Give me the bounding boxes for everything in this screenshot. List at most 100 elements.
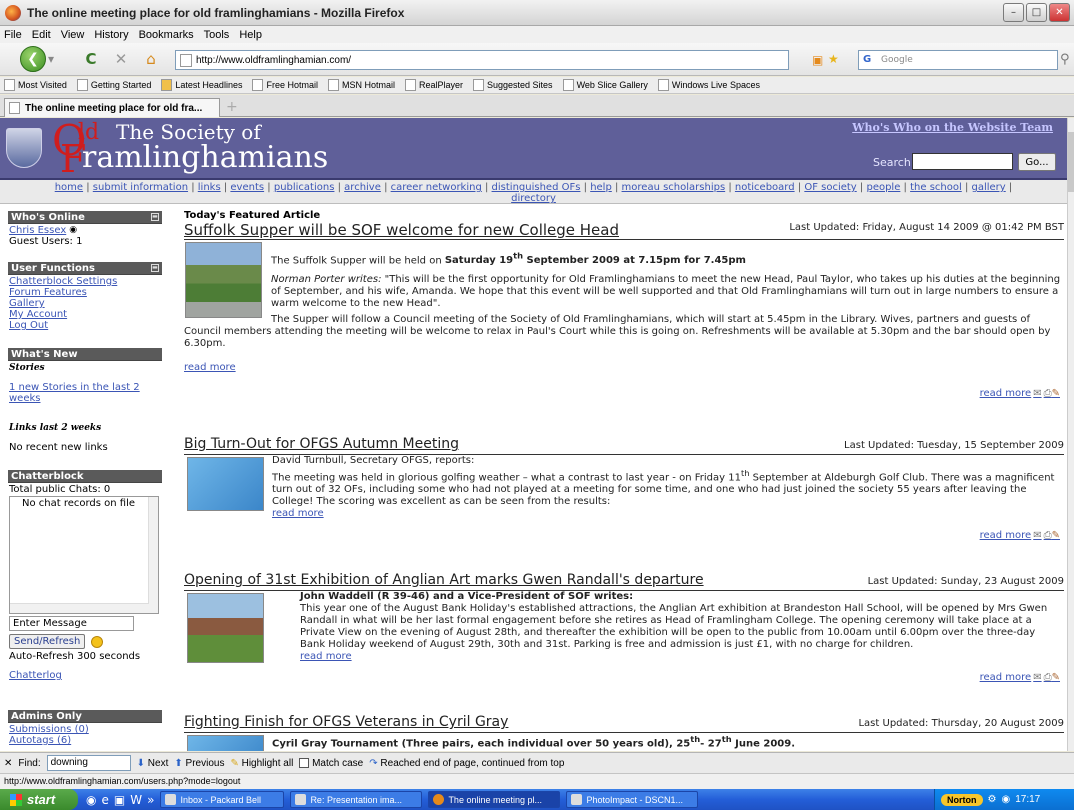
print-icon[interactable]: ⎙ [1044,672,1052,683]
submissions-link[interactable]: Submissions (0) [9,724,162,735]
norton-icon[interactable]: Norton [941,793,983,806]
more-quick-icon[interactable]: » [147,793,154,807]
menu-file[interactable]: File [4,29,22,41]
page-scrollbar[interactable] [1067,118,1074,751]
read-more-link[interactable]: read more [272,508,324,519]
match-case-checkbox[interactable]: Match case [299,758,363,769]
nav-of-society[interactable]: OF society [804,182,856,193]
print-icon[interactable]: ⎙ [1044,388,1052,399]
find-previous-button[interactable]: ⬆ Previous [174,758,224,769]
collapse-icon[interactable]: ▬ [151,264,159,272]
read-more-link[interactable]: read more [184,362,236,373]
find-input[interactable]: downing [46,755,131,771]
nav-noticeboard[interactable]: noticeboard [735,182,795,193]
minimize-button[interactable]: – [1003,3,1024,22]
search-icon[interactable]: ⚲ [1060,52,1070,67]
rss-feed-icon[interactable]: ▣ [812,53,823,67]
smiley-icon[interactable] [91,635,104,648]
back-arrow-icon[interactable]: ❮ [20,46,46,72]
site-search-input[interactable] [912,153,1013,170]
reload-icon[interactable]: C [82,50,100,68]
email-icon[interactable]: ✉ [1033,388,1041,399]
media-quick-icon[interactable]: ▣ [114,793,125,807]
chat-scrollbar[interactable] [148,497,158,613]
security-icon[interactable]: ◉ [1001,794,1010,805]
tab-active[interactable]: The online meeting place for old fra... [4,98,220,117]
nav-gallery[interactable]: gallery [972,182,1006,193]
task-inbox[interactable]: Inbox - Packard Bell [160,791,285,808]
bookmark-star-icon[interactable]: ★ [828,52,839,66]
read-more-action[interactable]: read more [980,530,1032,541]
edit-icon[interactable]: ✎ [1052,672,1060,683]
close-find-icon[interactable]: ✕ [4,758,12,769]
close-button[interactable]: ✕ [1049,3,1070,22]
bookmark-item[interactable]: Getting Started [76,79,151,91]
gallery-link[interactable]: Gallery [9,298,162,309]
online-user-link[interactable]: Chris Essex [9,225,66,236]
highlight-all-button[interactable]: ✎ Highlight all [230,758,293,769]
task-photoimpact[interactable]: PhotoImpact - DSCN1... [566,791,699,808]
nav-submit-information[interactable]: submit information [93,182,188,193]
menu-help[interactable]: Help [239,29,262,41]
nav-archive[interactable]: archive [344,182,381,193]
collapse-icon[interactable]: ▬ [151,213,159,221]
network-icon[interactable]: ⚙ [988,794,997,805]
forward-dropdown-icon[interactable]: ▾ [48,52,66,68]
menu-edit[interactable]: Edit [32,29,51,41]
bookmark-item[interactable]: RealPlayer [404,79,463,91]
new-tab-button[interactable]: + [226,99,240,115]
start-button[interactable]: start [0,789,78,810]
message-input[interactable]: Enter Message [9,616,134,631]
search-engine-input[interactable]: G Google [858,50,1058,70]
bookmark-item[interactable]: Free Hotmail [252,79,318,91]
read-more-action[interactable]: read more [980,388,1032,399]
read-more-link[interactable]: read more [300,651,352,662]
my-account-link[interactable]: My Account [9,309,162,320]
chat-hscrollbar[interactable] [10,603,149,613]
forum-features-link[interactable]: Forum Features [9,287,162,298]
menu-view[interactable]: View [61,29,85,41]
word-quick-icon[interactable]: W [130,793,142,807]
edit-icon[interactable]: ✎ [1052,530,1060,541]
print-icon[interactable]: ⎙ [1044,530,1052,541]
chat-records-area[interactable]: No chat records on file [9,496,159,614]
firefox-quick-icon[interactable]: ◉ [86,793,96,807]
whos-who-link[interactable]: Who's Who on the Website Team [852,121,1053,134]
chatterlog-link[interactable]: Chatterlog [9,670,162,681]
email-icon[interactable]: ✉ [1033,672,1041,683]
nav-career-networking[interactable]: career networking [391,182,482,193]
url-input[interactable]: http://www.oldframlinghamian.com/ [175,50,789,70]
nav-moreau-scholarships[interactable]: moreau scholarships [622,182,726,193]
bookmark-item[interactable]: Latest Headlines [161,79,242,91]
nav-people[interactable]: people [866,182,900,193]
task-firefox[interactable]: The online meeting pl... [428,791,561,808]
new-stories-link[interactable]: 1 new Stories in the last 2 weeks [9,382,162,404]
nav-the-school[interactable]: the school [910,182,962,193]
nav-help[interactable]: help [590,182,612,193]
bookmark-item[interactable]: Most Visited [4,79,67,91]
edit-icon[interactable]: ✎ [1052,388,1060,399]
home-icon[interactable]: ⌂ [142,50,160,68]
nav-events[interactable]: events [230,182,264,193]
nav-links[interactable]: links [198,182,221,193]
email-icon[interactable]: ✉ [1033,530,1041,541]
bookmark-item[interactable]: Windows Live Spaces [657,79,760,91]
bookmark-item[interactable]: Web Slice Gallery [562,79,648,91]
scroll-thumb[interactable] [1068,132,1074,192]
menu-history[interactable]: History [94,29,128,41]
nav-home[interactable]: home [55,182,83,193]
chatterblock-settings-link[interactable]: Chatterblock Settings [9,276,162,287]
menu-tools[interactable]: Tools [204,29,230,41]
nav-directory[interactable]: directory [511,193,556,204]
stop-icon[interactable]: ✕ [112,50,130,68]
nav-distinguished-ofs[interactable]: distinguished OFs [492,182,581,193]
task-presentation[interactable]: Re: Presentation ima... [290,791,423,808]
nav-publications[interactable]: publications [274,182,335,193]
read-more-action[interactable]: read more [980,672,1032,683]
find-next-button[interactable]: ⬇ Next [137,758,169,769]
menu-bookmarks[interactable]: Bookmarks [139,29,194,41]
bookmark-item[interactable]: MSN Hotmail [327,79,395,91]
autotags-link[interactable]: Autotags (6) [9,735,162,746]
maximize-button[interactable]: □ [1026,3,1047,22]
go-button[interactable]: Go... [1018,153,1056,171]
